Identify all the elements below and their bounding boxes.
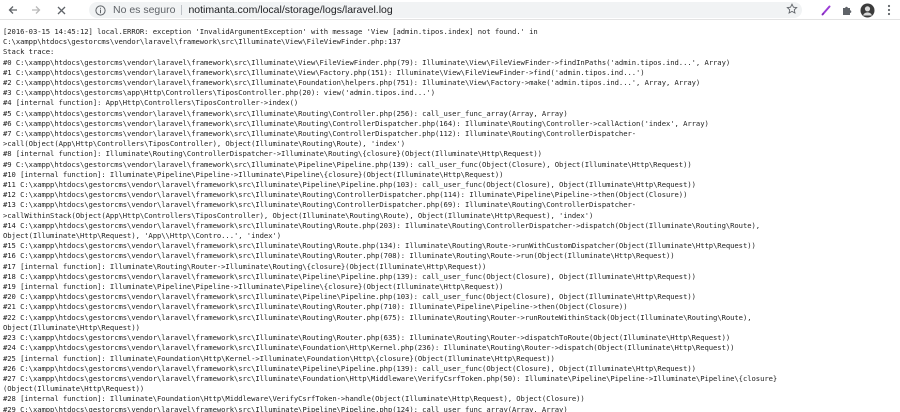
stop-icon[interactable] [51, 0, 71, 20]
log-line: #4 [internal function]: App\Http\Control… [3, 98, 299, 108]
log-line: #22 C:\xampp\htdocs\gestorcms\vendor\lar… [3, 312, 752, 322]
log-line: #17 [internal function]: Illuminate\Rout… [3, 261, 487, 271]
log-line: #13 C:\xampp\htdocs\gestorcms\vendor\lar… [3, 200, 637, 210]
log-text: [2016-03-15 14:45:12] local.ERROR: excep… [0, 20, 900, 412]
star-icon[interactable] [786, 3, 798, 18]
forward-icon[interactable] [26, 0, 46, 20]
log-line: Stack trace: [3, 47, 55, 57]
log-line: >callWithinStack(Object(App\Http\Control… [3, 210, 594, 220]
log-line: #15 C:\xampp\htdocs\gestorcms\vendor\lar… [3, 241, 756, 251]
menu-kebab-icon[interactable] [880, 1, 898, 19]
log-line: #23 C:\xampp\htdocs\gestorcms\vendor\lar… [3, 333, 731, 343]
log-line: #20 C:\xampp\htdocs\gestorcms\vendor\lar… [3, 292, 696, 302]
address-bar[interactable]: No es seguro notimanta.com/local/storage… [89, 2, 802, 18]
browser-toolbar: No es seguro notimanta.com/local/storage… [0, 0, 900, 20]
log-line: #14 C:\xampp\htdocs\gestorcms\vendor\lar… [3, 220, 761, 230]
profile-avatar-icon[interactable] [858, 1, 876, 19]
log-line: Object(Illuminate\Http\Request), 'App\\H… [3, 231, 282, 241]
log-line: #25 [internal function]: Illuminate\Foun… [3, 353, 555, 363]
log-line: #2 C:\xampp\htdocs\gestorcms\vendor\lara… [3, 78, 701, 88]
log-line: #12 C:\xampp\htdocs\gestorcms\vendor\lar… [3, 190, 688, 200]
log-line: #5 C:\xampp\htdocs\gestorcms\vendor\lara… [3, 108, 568, 118]
security-status-label[interactable]: No es seguro [113, 4, 175, 16]
log-line: #19 [internal function]: Illuminate\Pipe… [3, 282, 504, 292]
log-line: #18 C:\xampp\htdocs\gestorcms\vendor\lar… [3, 271, 696, 281]
log-line: Object(Illuminate\Http\Request)) [3, 322, 140, 332]
info-icon[interactable] [93, 3, 107, 17]
log-line: #26 C:\xampp\htdocs\gestorcms\vendor\lar… [3, 363, 696, 373]
omnibox-separator [181, 5, 183, 15]
log-line: #24 C:\xampp\htdocs\gestorcms\vendor\lar… [3, 343, 735, 353]
log-line: #16 C:\xampp\htdocs\gestorcms\vendor\lar… [3, 251, 675, 261]
log-line: #0 C:\xampp\htdocs\gestorcms\vendor\lara… [3, 57, 731, 67]
log-line: #28 [internal function]: Illuminate\Foun… [3, 394, 585, 404]
log-line: #27 C:\xampp\htdocs\gestorcms\vendor\lar… [3, 373, 778, 383]
back-icon[interactable] [3, 0, 23, 20]
pen-extension-icon[interactable] [817, 1, 835, 19]
log-line: #11 C:\xampp\htdocs\gestorcms\vendor\lar… [3, 180, 696, 190]
log-line: (Object(Illuminate\Http\Request)) [3, 384, 145, 394]
log-line: #3 C:\xampp\htdocs\gestorcms\app\Http\Co… [3, 88, 436, 98]
log-line: #10 [internal function]: Illuminate\Pipe… [3, 169, 504, 179]
log-line: #9 C:\xampp\htdocs\gestorcms\vendor\lara… [3, 159, 692, 169]
log-line: C:\xampp\htdocs\gestorcms\vendor\laravel… [3, 37, 401, 47]
log-line: [2016-03-15 14:45:12] local.ERROR: excep… [3, 27, 538, 36]
log-line: >call(Object(App\Http\Controllers\TiposC… [3, 139, 406, 149]
url-text[interactable]: notimanta.com/local/storage/logs/laravel… [188, 4, 392, 16]
page-content: [2016-03-15 14:45:12] local.ERROR: excep… [0, 20, 900, 412]
log-line: #1 C:\xampp\htdocs\gestorcms\vendor\lara… [3, 67, 645, 77]
puzzle-extension-icon[interactable] [838, 1, 856, 19]
log-line: #8 [internal function]: Illuminate\Routi… [3, 149, 542, 159]
log-line: #29 C:\xampp\htdocs\gestorcms\vendor\lar… [3, 404, 568, 412]
log-line: #6 C:\xampp\htdocs\gestorcms\vendor\lara… [3, 118, 709, 128]
log-line: #21 C:\xampp\htdocs\gestorcms\vendor\lar… [3, 302, 628, 312]
log-line: #7 C:\xampp\htdocs\gestorcms\vendor\lara… [3, 129, 637, 139]
